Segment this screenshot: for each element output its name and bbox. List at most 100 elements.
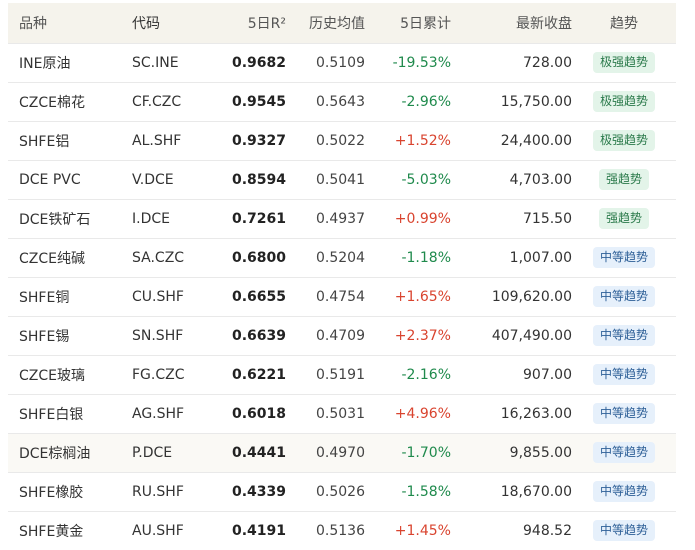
cell-cum: +2.37% bbox=[394, 327, 451, 344]
cell-avg: 0.5136 bbox=[316, 522, 365, 539]
table-row[interactable]: SHFE铝 AL.SHF 0.9327 0.5022 +1.52% 24,400.00 极强… bbox=[8, 121, 676, 160]
cell-trend: 极强趋势 bbox=[572, 82, 676, 121]
header-name[interactable]: 品种 bbox=[8, 3, 123, 43]
trend-badge: 中等趋势 bbox=[592, 520, 655, 542]
cell-avg: 0.5026 bbox=[316, 483, 365, 500]
table-body: INE原油 SC.INE 0.9682 0.5109 -19.53% 728.00 极强趋势… bbox=[8, 43, 676, 550]
trend-badge: 强趋势 bbox=[598, 169, 649, 190]
cell-close: 4,703.00 bbox=[509, 171, 572, 188]
cell-avg: 0.4754 bbox=[316, 288, 365, 305]
header-r2[interactable]: 5日R² bbox=[209, 3, 286, 43]
cell-name: SHFE锡 bbox=[19, 328, 70, 345]
cell-avg: 0.5022 bbox=[316, 132, 365, 149]
cell-trend: 强趋势 bbox=[572, 160, 676, 199]
cell-avg: 0.5643 bbox=[316, 93, 365, 110]
cell-cum: -19.53% bbox=[392, 54, 451, 71]
cell-close: 18,670.00 bbox=[500, 483, 572, 500]
table-row[interactable]: CZCE棉花 CF.CZC 0.9545 0.5643 -2.96% 15,750.00 极… bbox=[8, 82, 676, 121]
table-row[interactable]: DCE棕榈油 P.DCE 0.4441 0.4970 -1.70% 9,855.00 中等趋… bbox=[8, 433, 676, 472]
cell-r2: 0.6800 bbox=[231, 249, 286, 266]
cell-name: DCE PVC bbox=[19, 171, 81, 188]
cell-cum: -1.18% bbox=[401, 249, 451, 266]
cell-code: AL.SHF bbox=[132, 132, 182, 149]
trend-badge: 中等趋势 bbox=[592, 364, 655, 385]
cell-name: CZCE纯碱 bbox=[19, 250, 85, 267]
cell-r2: 0.9682 bbox=[231, 54, 286, 71]
cell-trend: 中等趋势 bbox=[572, 472, 676, 511]
cell-code: SN.SHF bbox=[132, 327, 184, 344]
cell-r2: 0.7261 bbox=[231, 210, 286, 227]
trend-badge: 极强趋势 bbox=[592, 52, 655, 73]
header-cum[interactable]: 5日累计 bbox=[365, 3, 451, 43]
trend-badge: 中等趋势 bbox=[592, 403, 655, 424]
trend-badge: 极强趋势 bbox=[592, 91, 655, 112]
cell-trend: 中等趋势 bbox=[572, 238, 676, 277]
table-row[interactable]: SHFE黄金 AU.SHF 0.4191 0.5136 +1.45% 948.52 中等趋势 bbox=[8, 511, 676, 550]
cell-avg: 0.4709 bbox=[316, 327, 365, 344]
cell-trend: 中等趋势 bbox=[572, 355, 676, 394]
cell-code: RU.SHF bbox=[132, 483, 184, 500]
cell-close: 9,855.00 bbox=[509, 444, 572, 461]
table-row[interactable]: CZCE纯碱 SA.CZC 0.6800 0.5204 -1.18% 1,007.00 中等… bbox=[8, 238, 676, 277]
table-row[interactable]: SHFE橡胶 RU.SHF 0.4339 0.5026 -1.58% 18,670.00 中… bbox=[8, 472, 676, 511]
cell-trend: 强趋势 bbox=[572, 199, 676, 238]
cell-cum: -1.58% bbox=[401, 483, 451, 500]
trend-table: 品种 代码 5日R² 历史均值 5日累计 最新收盘 趋势 INE原油 SC.INE… bbox=[8, 3, 676, 550]
cell-close: 15,750.00 bbox=[500, 93, 572, 110]
cell-trend: 中等趋势 bbox=[572, 511, 676, 550]
table-row[interactable]: DCE PVC V.DCE 0.8594 0.5041 -5.03% 4,703.00 强趋… bbox=[8, 160, 676, 199]
cell-avg: 0.5031 bbox=[316, 405, 365, 422]
table-row[interactable]: SHFE锡 SN.SHF 0.6639 0.4709 +2.37% 407,490.00 中… bbox=[8, 316, 676, 355]
cell-close: 907.00 bbox=[523, 366, 572, 383]
cell-code: P.DCE bbox=[132, 444, 173, 461]
header-close[interactable]: 最新收盘 bbox=[451, 3, 572, 43]
cell-avg: 0.4970 bbox=[316, 444, 365, 461]
table-row[interactable]: DCE铁矿石 I.DCE 0.7261 0.4937 +0.99% 715.50 强趋势 bbox=[8, 199, 676, 238]
cell-close: 1,007.00 bbox=[509, 249, 572, 266]
cell-cum: +4.96% bbox=[394, 405, 451, 422]
header-avg[interactable]: 历史均值 bbox=[286, 3, 365, 43]
cell-r2: 0.6655 bbox=[231, 288, 286, 305]
cell-cum: -2.16% bbox=[401, 366, 451, 383]
cell-cum: +1.45% bbox=[394, 522, 451, 539]
cell-trend: 中等趋势 bbox=[572, 316, 676, 355]
cell-close: 24,400.00 bbox=[500, 132, 572, 149]
header-code[interactable]: 代码 bbox=[123, 3, 209, 43]
cell-r2: 0.8594 bbox=[231, 171, 286, 188]
header-trend[interactable]: 趋势 bbox=[572, 3, 676, 43]
trend-badge: 极强趋势 bbox=[592, 130, 655, 151]
table-row[interactable]: SHFE白银 AG.SHF 0.6018 0.5031 +4.96% 16,263.00 中… bbox=[8, 394, 676, 433]
cell-avg: 0.5109 bbox=[316, 54, 365, 71]
cell-name: SHFE白银 bbox=[19, 406, 84, 423]
cell-avg: 0.4937 bbox=[316, 210, 365, 227]
cell-close: 715.50 bbox=[523, 210, 572, 227]
cell-name: SHFE橡胶 bbox=[19, 484, 84, 501]
cell-cum: +1.52% bbox=[394, 132, 451, 149]
table-row[interactable]: INE原油 SC.INE 0.9682 0.5109 -19.53% 728.00 极强趋势 bbox=[8, 43, 676, 82]
table-header-row: 品种 代码 5日R² 历史均值 5日累计 最新收盘 趋势 bbox=[8, 3, 676, 43]
cell-code: SC.INE bbox=[132, 54, 179, 71]
trend-badge: 中等趋势 bbox=[592, 325, 655, 346]
trend-badge: 中等趋势 bbox=[592, 481, 655, 502]
cell-name: SHFE黄金 bbox=[19, 523, 84, 540]
cell-code: CU.SHF bbox=[132, 288, 184, 305]
table-row[interactable]: CZCE玻璃 FG.CZC 0.6221 0.5191 -2.16% 907.00 中等趋势 bbox=[8, 355, 676, 394]
cell-close: 16,263.00 bbox=[500, 405, 572, 422]
cell-avg: 0.5204 bbox=[316, 249, 365, 266]
cell-trend: 中等趋势 bbox=[572, 433, 676, 472]
cell-code: I.DCE bbox=[132, 210, 170, 227]
table-row[interactable]: SHFE铜 CU.SHF 0.6655 0.4754 +1.65% 109,620.00 中… bbox=[8, 277, 676, 316]
cell-code: SA.CZC bbox=[132, 249, 185, 266]
cell-name: INE原油 bbox=[19, 55, 71, 72]
trend-badge: 中等趋势 bbox=[592, 286, 655, 307]
cell-cum: +0.99% bbox=[394, 210, 451, 227]
cell-code: FG.CZC bbox=[132, 366, 185, 383]
cell-cum: -2.96% bbox=[401, 93, 451, 110]
cell-r2: 0.6639 bbox=[231, 327, 286, 344]
cell-trend: 极强趋势 bbox=[572, 43, 676, 82]
cell-code: AU.SHF bbox=[132, 522, 184, 539]
cell-trend: 中等趋势 bbox=[572, 394, 676, 433]
cell-r2: 0.4339 bbox=[231, 483, 286, 500]
cell-avg: 0.5191 bbox=[316, 366, 365, 383]
cell-trend: 中等趋势 bbox=[572, 277, 676, 316]
